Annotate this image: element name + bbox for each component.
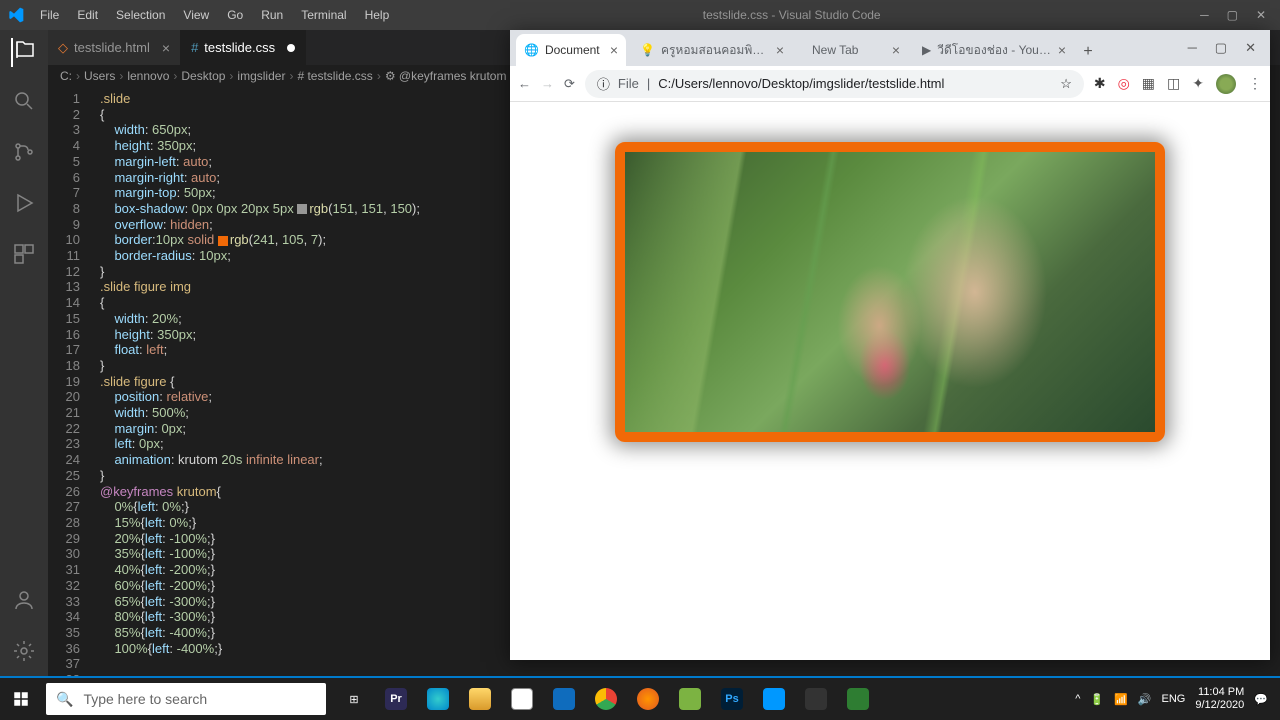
url-scheme: File bbox=[618, 76, 639, 91]
menu-terminal[interactable]: Terminal bbox=[293, 4, 354, 26]
close-icon: ✕ bbox=[1256, 8, 1266, 22]
explorer-icon[interactable] bbox=[11, 38, 37, 67]
menu-help[interactable]: Help bbox=[357, 4, 398, 26]
windows-taskbar: 🔍 Type here to search ⊞ Pr Ps ^ 🔋 📶 🔊 EN… bbox=[0, 678, 1280, 720]
language-indicator: ENG bbox=[1162, 693, 1186, 705]
extension-icon: ✱ bbox=[1094, 75, 1106, 92]
notifications-icon: 💬 bbox=[1254, 693, 1268, 706]
breadcrumb-item[interactable]: lennovo bbox=[127, 69, 169, 83]
activity-bar bbox=[0, 30, 48, 678]
favicon-icon: ▶ bbox=[922, 43, 931, 57]
close-tab-icon[interactable]: × bbox=[1058, 42, 1066, 58]
breadcrumb-item[interactable]: imgslider bbox=[237, 69, 285, 83]
app-icon bbox=[796, 679, 836, 719]
search-icon[interactable] bbox=[12, 89, 36, 118]
breadcrumb-item[interactable]: # testslide.css bbox=[297, 69, 372, 83]
wifi-icon: 📶 bbox=[1114, 693, 1128, 706]
favicon-icon: 💡 bbox=[640, 43, 655, 57]
chrome-menu-icon[interactable]: ⋮ bbox=[1248, 75, 1262, 92]
extension-icon: ◎ bbox=[1118, 75, 1130, 92]
browser-tab[interactable]: New Tab× bbox=[798, 34, 908, 66]
edge-icon bbox=[418, 679, 458, 719]
extension-icon: ◫ bbox=[1167, 75, 1180, 92]
chrome-window: 🌐Document×💡ครูหอมสอนคอมพิวเตอร์×New Tab×… bbox=[510, 30, 1270, 660]
favicon-icon: 🌐 bbox=[524, 43, 539, 57]
store-icon bbox=[502, 679, 542, 719]
image-slider bbox=[615, 142, 1165, 442]
breadcrumb-item[interactable]: Users bbox=[84, 69, 115, 83]
breadcrumb-item[interactable]: Desktop bbox=[181, 69, 225, 83]
taskbar-search[interactable]: 🔍 Type here to search bbox=[46, 683, 326, 715]
vscode-icon bbox=[754, 679, 794, 719]
chrome-window-controls[interactable]: ─ ▢ ✕ bbox=[1188, 40, 1270, 66]
mail-icon bbox=[544, 679, 584, 719]
source-control-icon[interactable] bbox=[12, 140, 36, 169]
run-debug-icon[interactable] bbox=[12, 191, 36, 220]
extension-icons[interactable]: ✱ ◎ ▦ ◫ ✦ ⋮ bbox=[1094, 74, 1262, 94]
menu-file[interactable]: File bbox=[32, 4, 67, 26]
tray-chevron-icon: ^ bbox=[1075, 693, 1080, 705]
profile-avatar[interactable] bbox=[1216, 74, 1236, 94]
url-text: C:/Users/lennovo/Desktop/imgslider/tests… bbox=[658, 76, 944, 91]
settings-icon[interactable] bbox=[12, 639, 36, 668]
start-button[interactable] bbox=[0, 678, 42, 720]
browser-tab[interactable]: 🌐Document× bbox=[516, 34, 626, 66]
extensions-menu-icon: ✦ bbox=[1192, 75, 1204, 92]
app-icon bbox=[838, 679, 878, 719]
breadcrumb-item[interactable]: C: bbox=[60, 69, 72, 83]
window-controls[interactable]: ─ ▢ ✕ bbox=[1186, 8, 1280, 22]
page-content bbox=[510, 102, 1270, 660]
menu-selection[interactable]: Selection bbox=[108, 4, 173, 26]
extension-icon: ▦ bbox=[1142, 75, 1155, 92]
menu-bar: FileEditSelectionViewGoRunTerminalHelp bbox=[32, 4, 397, 26]
close-tab-icon[interactable]: × bbox=[892, 42, 900, 58]
editor-tab[interactable]: ◇testslide.html× bbox=[48, 30, 181, 65]
back-button[interactable]: ← bbox=[518, 76, 531, 91]
minimize-icon: ─ bbox=[1188, 40, 1197, 56]
reload-button[interactable]: ⟳ bbox=[564, 76, 575, 92]
close-tab-icon[interactable]: × bbox=[610, 42, 618, 58]
maximize-icon: ▢ bbox=[1215, 40, 1227, 56]
vscode-logo-icon bbox=[8, 7, 24, 23]
volume-icon: 🔊 bbox=[1138, 693, 1152, 706]
menu-go[interactable]: Go bbox=[219, 4, 251, 26]
close-tab-icon[interactable]: × bbox=[776, 42, 784, 58]
line-numbers: 1234567891011121314151617181920212223242… bbox=[48, 91, 92, 688]
editor-tab[interactable]: #testslide.css bbox=[181, 30, 306, 65]
vscode-titlebar: FileEditSelectionViewGoRunTerminalHelp t… bbox=[0, 0, 1280, 30]
firefox-icon bbox=[628, 679, 668, 719]
new-tab-button[interactable]: + bbox=[1074, 38, 1102, 66]
menu-run[interactable]: Run bbox=[253, 4, 291, 26]
battery-icon: 🔋 bbox=[1090, 693, 1104, 706]
close-icon: ✕ bbox=[1245, 40, 1256, 56]
window-title: testslide.css - Visual Studio Code bbox=[397, 8, 1186, 22]
site-info-icon[interactable]: ⓘ bbox=[597, 74, 610, 93]
explorer-icon bbox=[460, 679, 500, 719]
forward-button[interactable]: → bbox=[541, 76, 554, 91]
search-icon: 🔍 bbox=[56, 691, 73, 708]
account-icon[interactable] bbox=[12, 588, 36, 617]
extensions-icon[interactable] bbox=[12, 242, 36, 271]
search-placeholder: Type here to search bbox=[83, 691, 207, 707]
menu-view[interactable]: View bbox=[175, 4, 217, 26]
clock[interactable]: 11:04 PM 9/12/2020 bbox=[1195, 686, 1244, 712]
chrome-toolbar: ← → ⟳ ⓘ File | C:/Users/lennovo/Desktop/… bbox=[510, 66, 1270, 102]
breadcrumb-item[interactable]: ⚙ @keyframes krutom bbox=[385, 69, 507, 83]
browser-tab[interactable]: ▶วีดีโอของช่อง - YouTu× bbox=[914, 34, 1074, 66]
chrome-icon bbox=[586, 679, 626, 719]
star-icon[interactable]: ☆ bbox=[1060, 76, 1072, 92]
chrome-tabstrip: 🌐Document×💡ครูหอมสอนคอมพิวเตอร์×New Tab×… bbox=[510, 30, 1270, 66]
browser-tab[interactable]: 💡ครูหอมสอนคอมพิวเตอร์× bbox=[632, 34, 792, 66]
minimize-icon: ─ bbox=[1200, 8, 1209, 22]
maximize-icon: ▢ bbox=[1227, 8, 1238, 22]
address-bar[interactable]: ⓘ File | C:/Users/lennovo/Desktop/imgsli… bbox=[585, 70, 1084, 98]
menu-edit[interactable]: Edit bbox=[69, 4, 106, 26]
system-tray[interactable]: ^ 🔋 📶 🔊 ENG 11:04 PM 9/12/2020 💬 bbox=[1075, 686, 1280, 712]
taskbar-apps[interactable]: ⊞ Pr Ps bbox=[334, 679, 878, 719]
photoshop-icon: Ps bbox=[712, 679, 752, 719]
task-view-icon: ⊞ bbox=[334, 679, 374, 719]
app-icon bbox=[670, 679, 710, 719]
app-icon: Pr bbox=[376, 679, 416, 719]
